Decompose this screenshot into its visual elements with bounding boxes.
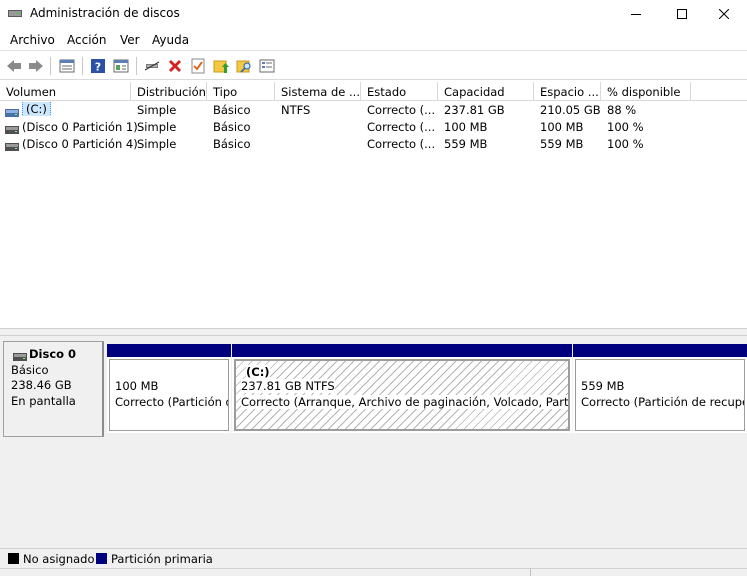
partition-header-bar bbox=[107, 344, 231, 357]
toolbar-separator bbox=[50, 57, 51, 75]
partition-status: Correcto (Partición de recuper bbox=[581, 395, 745, 409]
table-row[interactable]: (Disco 0 Partición 1) Simple Básico Corr… bbox=[0, 119, 747, 136]
disk-type: Básico bbox=[11, 363, 49, 377]
volume-status: Correcto (... bbox=[367, 120, 436, 134]
partition-label: (C:) bbox=[246, 365, 270, 379]
menu-archivo[interactable]: Archivo bbox=[10, 33, 55, 47]
partition-header-bar bbox=[573, 344, 747, 357]
disk-size: 238.46 GB bbox=[11, 378, 72, 392]
volume-layout: Simple bbox=[137, 103, 177, 117]
forward-arrow-icon[interactable] bbox=[26, 56, 46, 76]
partition-size: 237.81 GB NTFS bbox=[241, 379, 335, 393]
disk-management-app-icon bbox=[8, 7, 22, 20]
legend-unallocated-label: No asignado bbox=[23, 552, 95, 566]
partition-body: 100 MB Correcto (Partición d bbox=[109, 359, 229, 431]
table-row[interactable]: (Disco 0 Partición 4) Simple Básico Corr… bbox=[0, 136, 747, 153]
help-icon[interactable]: ? bbox=[88, 56, 108, 76]
legend: No asignado Partición primaria bbox=[0, 548, 747, 568]
partition-size: 100 MB bbox=[115, 379, 159, 393]
volume-pct-free: 100 % bbox=[607, 137, 644, 151]
col-header-tipo[interactable]: Tipo bbox=[207, 82, 275, 101]
partition-body: 559 MB Correcto (Partición de recuper bbox=[575, 359, 745, 431]
partition-4[interactable]: 559 MB Correcto (Partición de recuper bbox=[573, 344, 747, 433]
volume-capacity: 237.81 GB bbox=[444, 103, 505, 117]
status-separator bbox=[530, 569, 531, 576]
volume-list[interactable]: Volumen Distribución Tipo Sistema de ...… bbox=[0, 82, 747, 328]
volume-name: (Disco 0 Partición 4) bbox=[22, 137, 138, 151]
volume-icon bbox=[5, 140, 19, 151]
back-arrow-icon[interactable] bbox=[4, 56, 24, 76]
window-title: Administración de discos bbox=[30, 6, 180, 20]
toolbar: ? bbox=[0, 52, 747, 80]
volume-layout: Simple bbox=[137, 137, 177, 151]
title-bar: Administración de discos bbox=[0, 0, 747, 28]
partition-status: Correcto (Partición d bbox=[115, 395, 229, 409]
volume-name: (Disco 0 Partición 1) bbox=[22, 120, 138, 134]
col-header-capacidad[interactable]: Capacidad bbox=[438, 82, 534, 101]
col-header-filler bbox=[691, 82, 747, 101]
partition-body: (C:) 237.81 GB NTFS Correcto (Arranque, … bbox=[234, 359, 570, 431]
volume-pct-free: 100 % bbox=[607, 120, 644, 134]
pane-splitter[interactable] bbox=[0, 328, 747, 336]
partition-header-bar bbox=[232, 344, 572, 357]
volume-free: 100 MB bbox=[540, 120, 584, 134]
volume-type: Básico bbox=[213, 137, 251, 151]
disk-icon bbox=[13, 350, 27, 364]
col-header-estado[interactable]: Estado bbox=[361, 82, 438, 101]
col-header-distribucion[interactable]: Distribución bbox=[131, 82, 207, 101]
close-button[interactable] bbox=[701, 0, 747, 28]
volume-type: Básico bbox=[213, 103, 251, 117]
volume-free: 559 MB bbox=[540, 137, 584, 151]
minimize-button[interactable] bbox=[613, 0, 659, 28]
menu-bar: Archivo Acción Ver Ayuda bbox=[0, 28, 747, 51]
volume-layout: Simple bbox=[137, 120, 177, 134]
volume-status: Correcto (... bbox=[367, 137, 436, 151]
legend-primary-swatch bbox=[96, 553, 107, 564]
disk-info-panel[interactable]: Disco 0 Básico 238.46 GB En pantalla bbox=[3, 341, 104, 437]
volume-type: Básico bbox=[213, 120, 251, 134]
disk-graphical-view: Disco 0 Básico 238.46 GB En pantalla 100… bbox=[0, 336, 747, 548]
partition-c[interactable]: (C:) 237.81 GB NTFS Correcto (Arranque, … bbox=[232, 344, 572, 433]
menu-accion[interactable]: Acción bbox=[67, 33, 106, 47]
settings-list-icon[interactable] bbox=[257, 56, 277, 76]
volume-capacity: 559 MB bbox=[444, 137, 488, 151]
table-row[interactable]: (C:) Simple Básico NTFS Correcto (... 23… bbox=[0, 102, 747, 119]
disk-name: Disco 0 bbox=[29, 347, 77, 361]
col-header-sistema[interactable]: Sistema de ... bbox=[275, 82, 361, 101]
partition-1[interactable]: 100 MB Correcto (Partición d bbox=[107, 344, 231, 433]
svg-text:?: ? bbox=[95, 61, 101, 74]
status-bar bbox=[0, 568, 747, 576]
disk-state: En pantalla bbox=[11, 394, 76, 408]
legend-unallocated-swatch bbox=[8, 553, 19, 564]
volume-free: 210.05 GB bbox=[540, 103, 601, 117]
volume-name: (C:) bbox=[22, 102, 51, 116]
volume-icon bbox=[5, 123, 19, 134]
check-icon[interactable] bbox=[188, 56, 208, 76]
col-header-disponible[interactable]: % disponible bbox=[601, 82, 691, 101]
disk-list-icon[interactable] bbox=[57, 56, 77, 76]
toolbar-separator bbox=[136, 57, 137, 75]
volume-status: Correcto (... bbox=[367, 103, 436, 117]
volume-pct-free: 88 % bbox=[607, 103, 637, 117]
col-header-espacio[interactable]: Espacio ... bbox=[534, 82, 601, 101]
properties-icon[interactable] bbox=[111, 56, 131, 76]
volume-capacity: 100 MB bbox=[444, 120, 488, 134]
toolbar-separator bbox=[82, 57, 83, 75]
menu-ayuda[interactable]: Ayuda bbox=[152, 33, 189, 47]
up-folder-icon[interactable] bbox=[211, 56, 231, 76]
col-header-volumen[interactable]: Volumen bbox=[0, 82, 131, 101]
volume-filesystem: NTFS bbox=[281, 103, 311, 117]
partition-size: 559 MB bbox=[581, 379, 625, 393]
partition-status: Correcto (Arranque, Archivo de paginació… bbox=[241, 395, 568, 409]
search-folder-icon[interactable] bbox=[234, 56, 254, 76]
connect-icon[interactable] bbox=[142, 56, 162, 76]
delete-icon[interactable] bbox=[165, 56, 185, 76]
menu-ver[interactable]: Ver bbox=[120, 33, 140, 47]
volume-icon bbox=[5, 106, 19, 117]
legend-primary-label: Partición primaria bbox=[111, 552, 213, 566]
maximize-button[interactable] bbox=[659, 0, 705, 28]
